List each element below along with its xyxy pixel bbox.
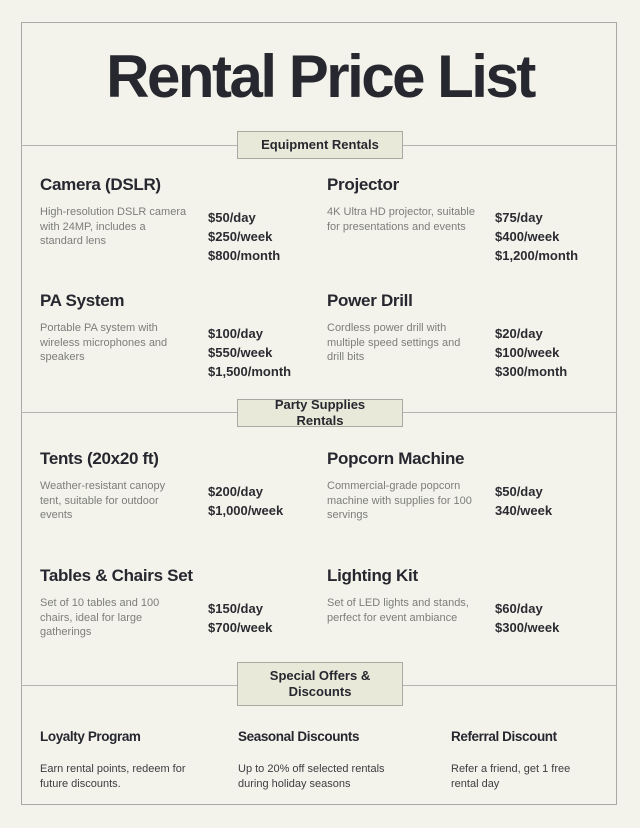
item-description: Weather-resistant canopy tent, suitable … bbox=[40, 480, 166, 521]
rental-item-popcorn-machine: Popcorn Machine Commercial-grade popcorn… bbox=[327, 449, 597, 523]
price-week: $400/week bbox=[495, 229, 560, 244]
offer-name: Referral Discount bbox=[451, 729, 557, 744]
rental-item-pa-system: PA System Portable PA system with wirele… bbox=[40, 291, 310, 379]
item-prices: $50/day 340/week bbox=[495, 482, 552, 520]
rental-item-tables-chairs: Tables & Chairs Set Set of 10 tables and… bbox=[40, 566, 310, 640]
offer-seasonal-discounts: Seasonal Discounts Up to 20% off selecte… bbox=[238, 729, 418, 791]
price-day: $200/day bbox=[208, 484, 263, 499]
offer-loyalty-program: Loyalty Program Earn rental points, rede… bbox=[40, 729, 220, 791]
item-name: PA System bbox=[40, 291, 125, 310]
item-prices: $200/day $1,000/week bbox=[208, 482, 283, 520]
price-week: $250/week bbox=[208, 229, 273, 244]
offer-description: Up to 20% off selected rentals during ho… bbox=[238, 763, 385, 790]
offer-name: Loyalty Program bbox=[40, 729, 141, 744]
section-badge-equipment-rentals: Equipment Rentals bbox=[237, 131, 403, 159]
offer-description: Refer a friend, get 1 free rental day bbox=[451, 763, 571, 790]
item-prices: $150/day $700/week bbox=[208, 599, 272, 637]
price-day: $100/day bbox=[208, 326, 263, 341]
item-name: Popcorn Machine bbox=[327, 449, 465, 468]
offer-name: Seasonal Discounts bbox=[238, 729, 360, 744]
offer-referral-discount: Referral Discount Refer a friend, get 1 … bbox=[451, 729, 631, 791]
item-description: Set of LED lights and stands, perfect fo… bbox=[327, 597, 469, 624]
item-name: Projector bbox=[327, 175, 399, 194]
rental-item-power-drill: Power Drill Cordless power drill with mu… bbox=[327, 291, 597, 379]
price-day: $50/day bbox=[208, 210, 256, 225]
price-day: $60/day bbox=[495, 601, 543, 616]
section-badge-special-offers: Special Offers & Discounts bbox=[237, 662, 403, 706]
rental-item-projector: Projector 4K Ultra HD projector, suitabl… bbox=[327, 175, 597, 263]
price-day: $150/day bbox=[208, 601, 263, 616]
item-prices: $20/day $100/week $300/month bbox=[495, 324, 567, 381]
rental-item-tents: Tents (20x20 ft) Weather-resistant canop… bbox=[40, 449, 310, 523]
price-month: $300/month bbox=[495, 364, 568, 379]
item-prices: $60/day $300/week bbox=[495, 599, 559, 637]
item-description: Set of 10 tables and 100 chairs, ideal f… bbox=[40, 597, 160, 638]
item-prices: $50/day $250/week $800/month bbox=[208, 208, 280, 265]
price-week: 340/week bbox=[495, 503, 553, 518]
item-description: Commercial-grade popcorn machine with su… bbox=[327, 480, 472, 521]
item-name: Camera (DSLR) bbox=[40, 175, 161, 194]
price-month: $800/month bbox=[208, 248, 281, 263]
price-day: $75/day bbox=[495, 210, 543, 225]
item-name: Tents (20x20 ft) bbox=[40, 449, 159, 468]
page-title: Rental Price List bbox=[106, 43, 536, 110]
price-month: $1,200/month bbox=[495, 248, 579, 263]
price-week: $1,000/week bbox=[208, 503, 284, 518]
item-name: Power Drill bbox=[327, 291, 413, 310]
item-description: Portable PA system with wireless microph… bbox=[40, 322, 168, 363]
price-day: $20/day bbox=[495, 326, 543, 341]
price-week: $550/week bbox=[208, 345, 273, 360]
item-prices: $100/day $550/week $1,500/month bbox=[208, 324, 291, 381]
price-week: $300/week bbox=[495, 620, 560, 635]
price-week: $700/week bbox=[208, 620, 273, 635]
section-badge-party-supplies: Party Supplies Rentals bbox=[237, 397, 403, 428]
item-name: Tables & Chairs Set bbox=[40, 566, 193, 585]
offer-description: Earn rental points, redeem for future di… bbox=[40, 763, 186, 790]
rental-item-camera: Camera (DSLR) High-resolution DSLR camer… bbox=[40, 175, 310, 263]
price-month: $1,500/month bbox=[208, 364, 292, 379]
price-week: $100/week bbox=[495, 345, 560, 360]
rental-item-lighting-kit: Lighting Kit Set of LED lights and stand… bbox=[327, 566, 597, 635]
item-description: Cordless power drill with multiple speed… bbox=[327, 322, 461, 363]
price-day: $50/day bbox=[495, 484, 543, 499]
item-description: High-resolution DSLR camera with 24MP, i… bbox=[40, 206, 187, 247]
item-description: 4K Ultra HD projector, suitable for pres… bbox=[327, 206, 475, 233]
item-name: Lighting Kit bbox=[327, 566, 418, 585]
item-prices: $75/day $400/week $1,200/month bbox=[495, 208, 578, 265]
